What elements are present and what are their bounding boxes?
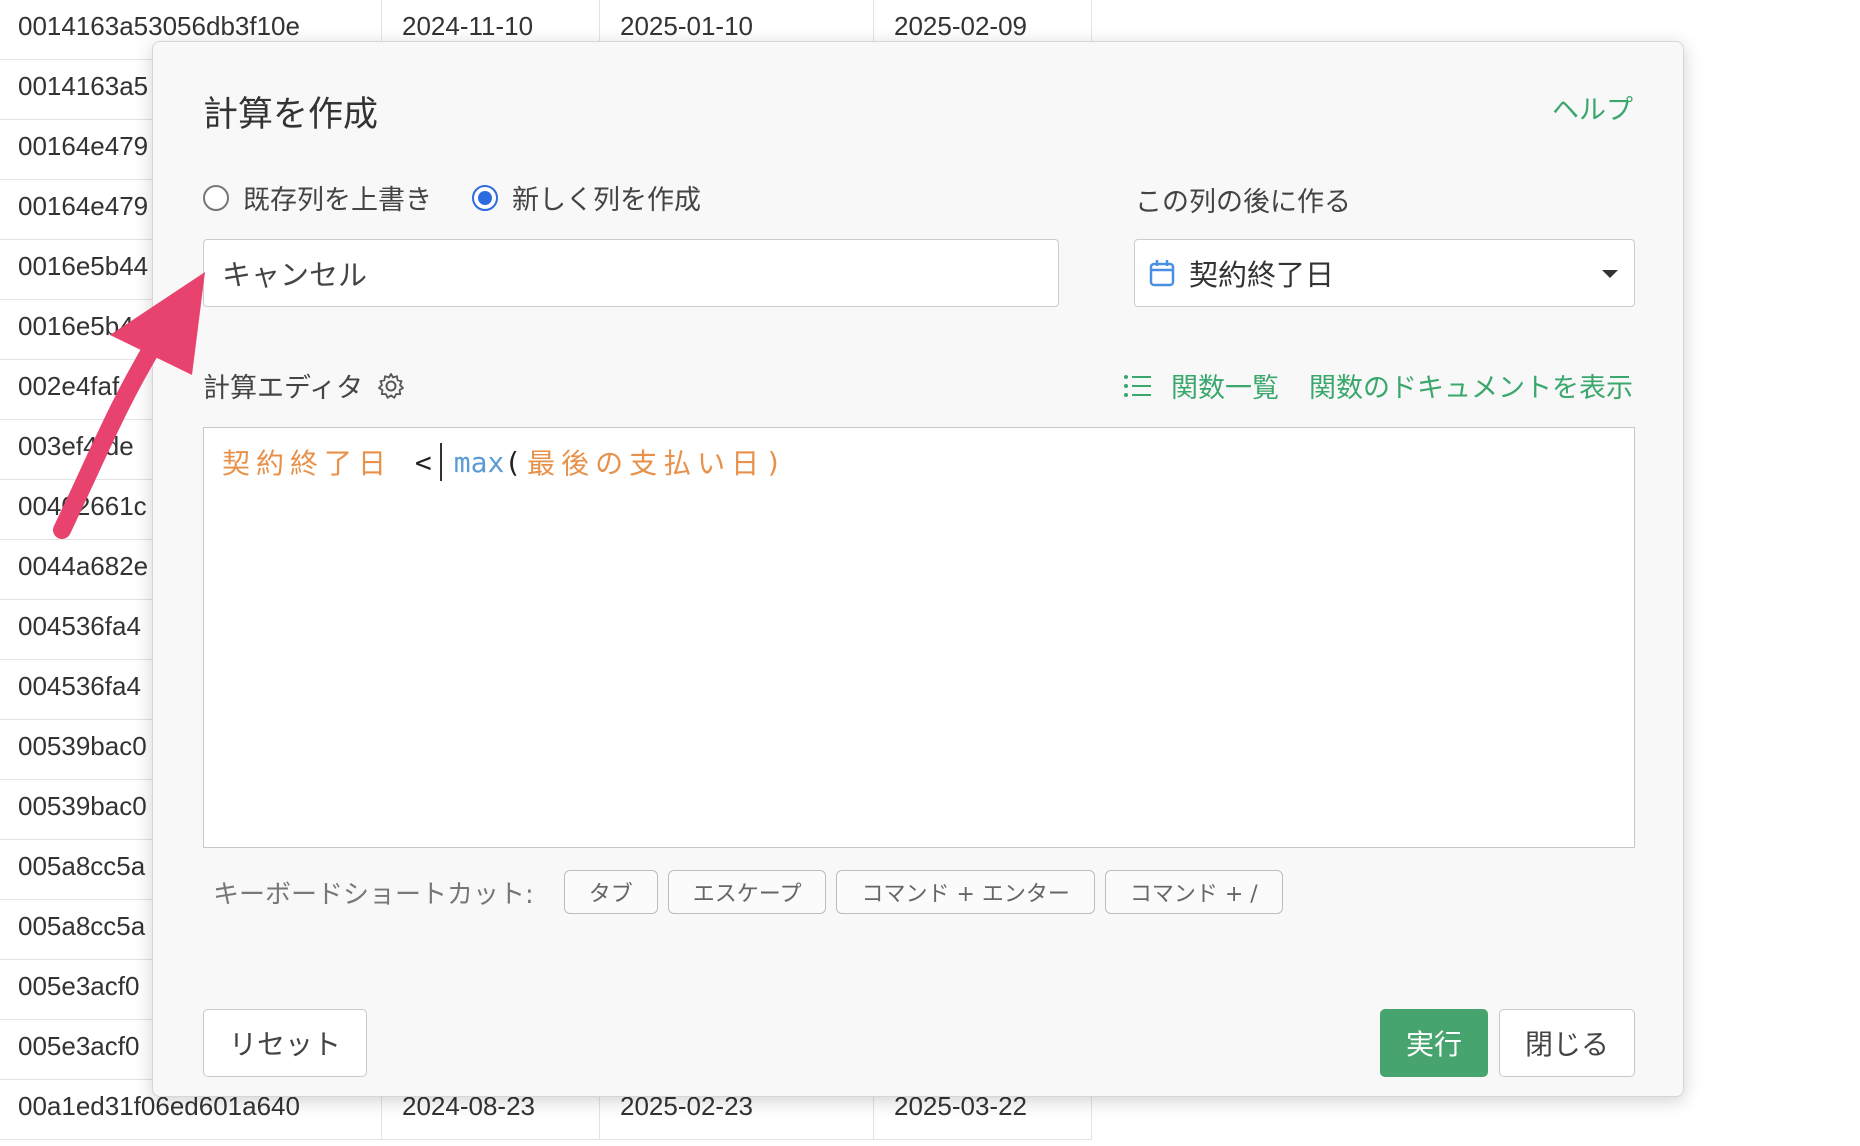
shortcut-command-enter[interactable]: コマンド + エンター (836, 870, 1095, 914)
gear-icon[interactable] (377, 372, 405, 400)
create-calculation-dialog: 計算を作成 ヘルプ 既存列を上書き 新しく列を作成 この列の後に作る 契約終了日… (152, 41, 1684, 1097)
close-button[interactable]: 閉じる (1499, 1009, 1635, 1077)
caret-down-icon (1602, 270, 1618, 278)
calendar-icon (1149, 260, 1175, 287)
editor-label: 計算エディタ (203, 373, 364, 404)
radio-create-new[interactable]: 新しく列を作成 (472, 178, 701, 217)
function-token: max (453, 445, 505, 479)
formula-editor[interactable]: 契約終了日 < max ( 最後の支払い日 ) (203, 427, 1635, 848)
after-column-label: この列の後に作る (1135, 187, 1351, 218)
operator-token: < (414, 445, 438, 479)
dialog-title: 計算を作成 (203, 95, 379, 135)
shortcut-label: キーボードショートカット: (213, 879, 534, 910)
reset-button[interactable]: リセット (203, 1009, 367, 1077)
paren-close: ) (765, 445, 789, 479)
shortcut-escape[interactable]: エスケープ (667, 870, 827, 914)
function-list-link[interactable]: 関数一覧 (1171, 366, 1279, 405)
radio-overwrite-label: 既存列を上書き (243, 185, 432, 216)
formula-line: 契約終了日 < max ( 最後の支払い日 ) (222, 442, 1616, 482)
mode-radio-group: 既存列を上書き 新しく列を作成 (203, 178, 741, 217)
run-button[interactable]: 実行 (1380, 1009, 1488, 1077)
after-column-select[interactable]: 契約終了日 (1134, 239, 1635, 307)
list-icon (1124, 374, 1151, 397)
function-docs-link[interactable]: 関数のドキュメントを表示 (1309, 366, 1633, 405)
editor-label-row: 計算エディタ (203, 366, 405, 405)
after-column-value: 契約終了日 (1189, 258, 1335, 292)
radio-new-label: 新しく列を作成 (512, 185, 701, 216)
column-name-input[interactable] (203, 239, 1059, 307)
paren-open: ( (504, 445, 528, 479)
function-links: 関数一覧 関数のドキュメントを表示 (1123, 366, 1633, 405)
radio-button[interactable] (203, 184, 229, 211)
help-link[interactable]: ヘルプ (1552, 88, 1633, 127)
shortcut-tab[interactable]: タブ (563, 870, 658, 914)
keyboard-shortcuts: キーボードショートカット: タブ エスケープ コマンド + エンター コマンド … (213, 870, 1293, 914)
column-token-2: 最後の支払い日 (527, 447, 766, 480)
radio-button-checked[interactable] (472, 184, 498, 211)
text-cursor (439, 443, 442, 481)
radio-overwrite-existing[interactable]: 既存列を上書き (203, 178, 432, 217)
shortcut-command-slash[interactable]: コマンド + / (1104, 870, 1283, 914)
column-token: 契約終了日 (222, 447, 393, 480)
